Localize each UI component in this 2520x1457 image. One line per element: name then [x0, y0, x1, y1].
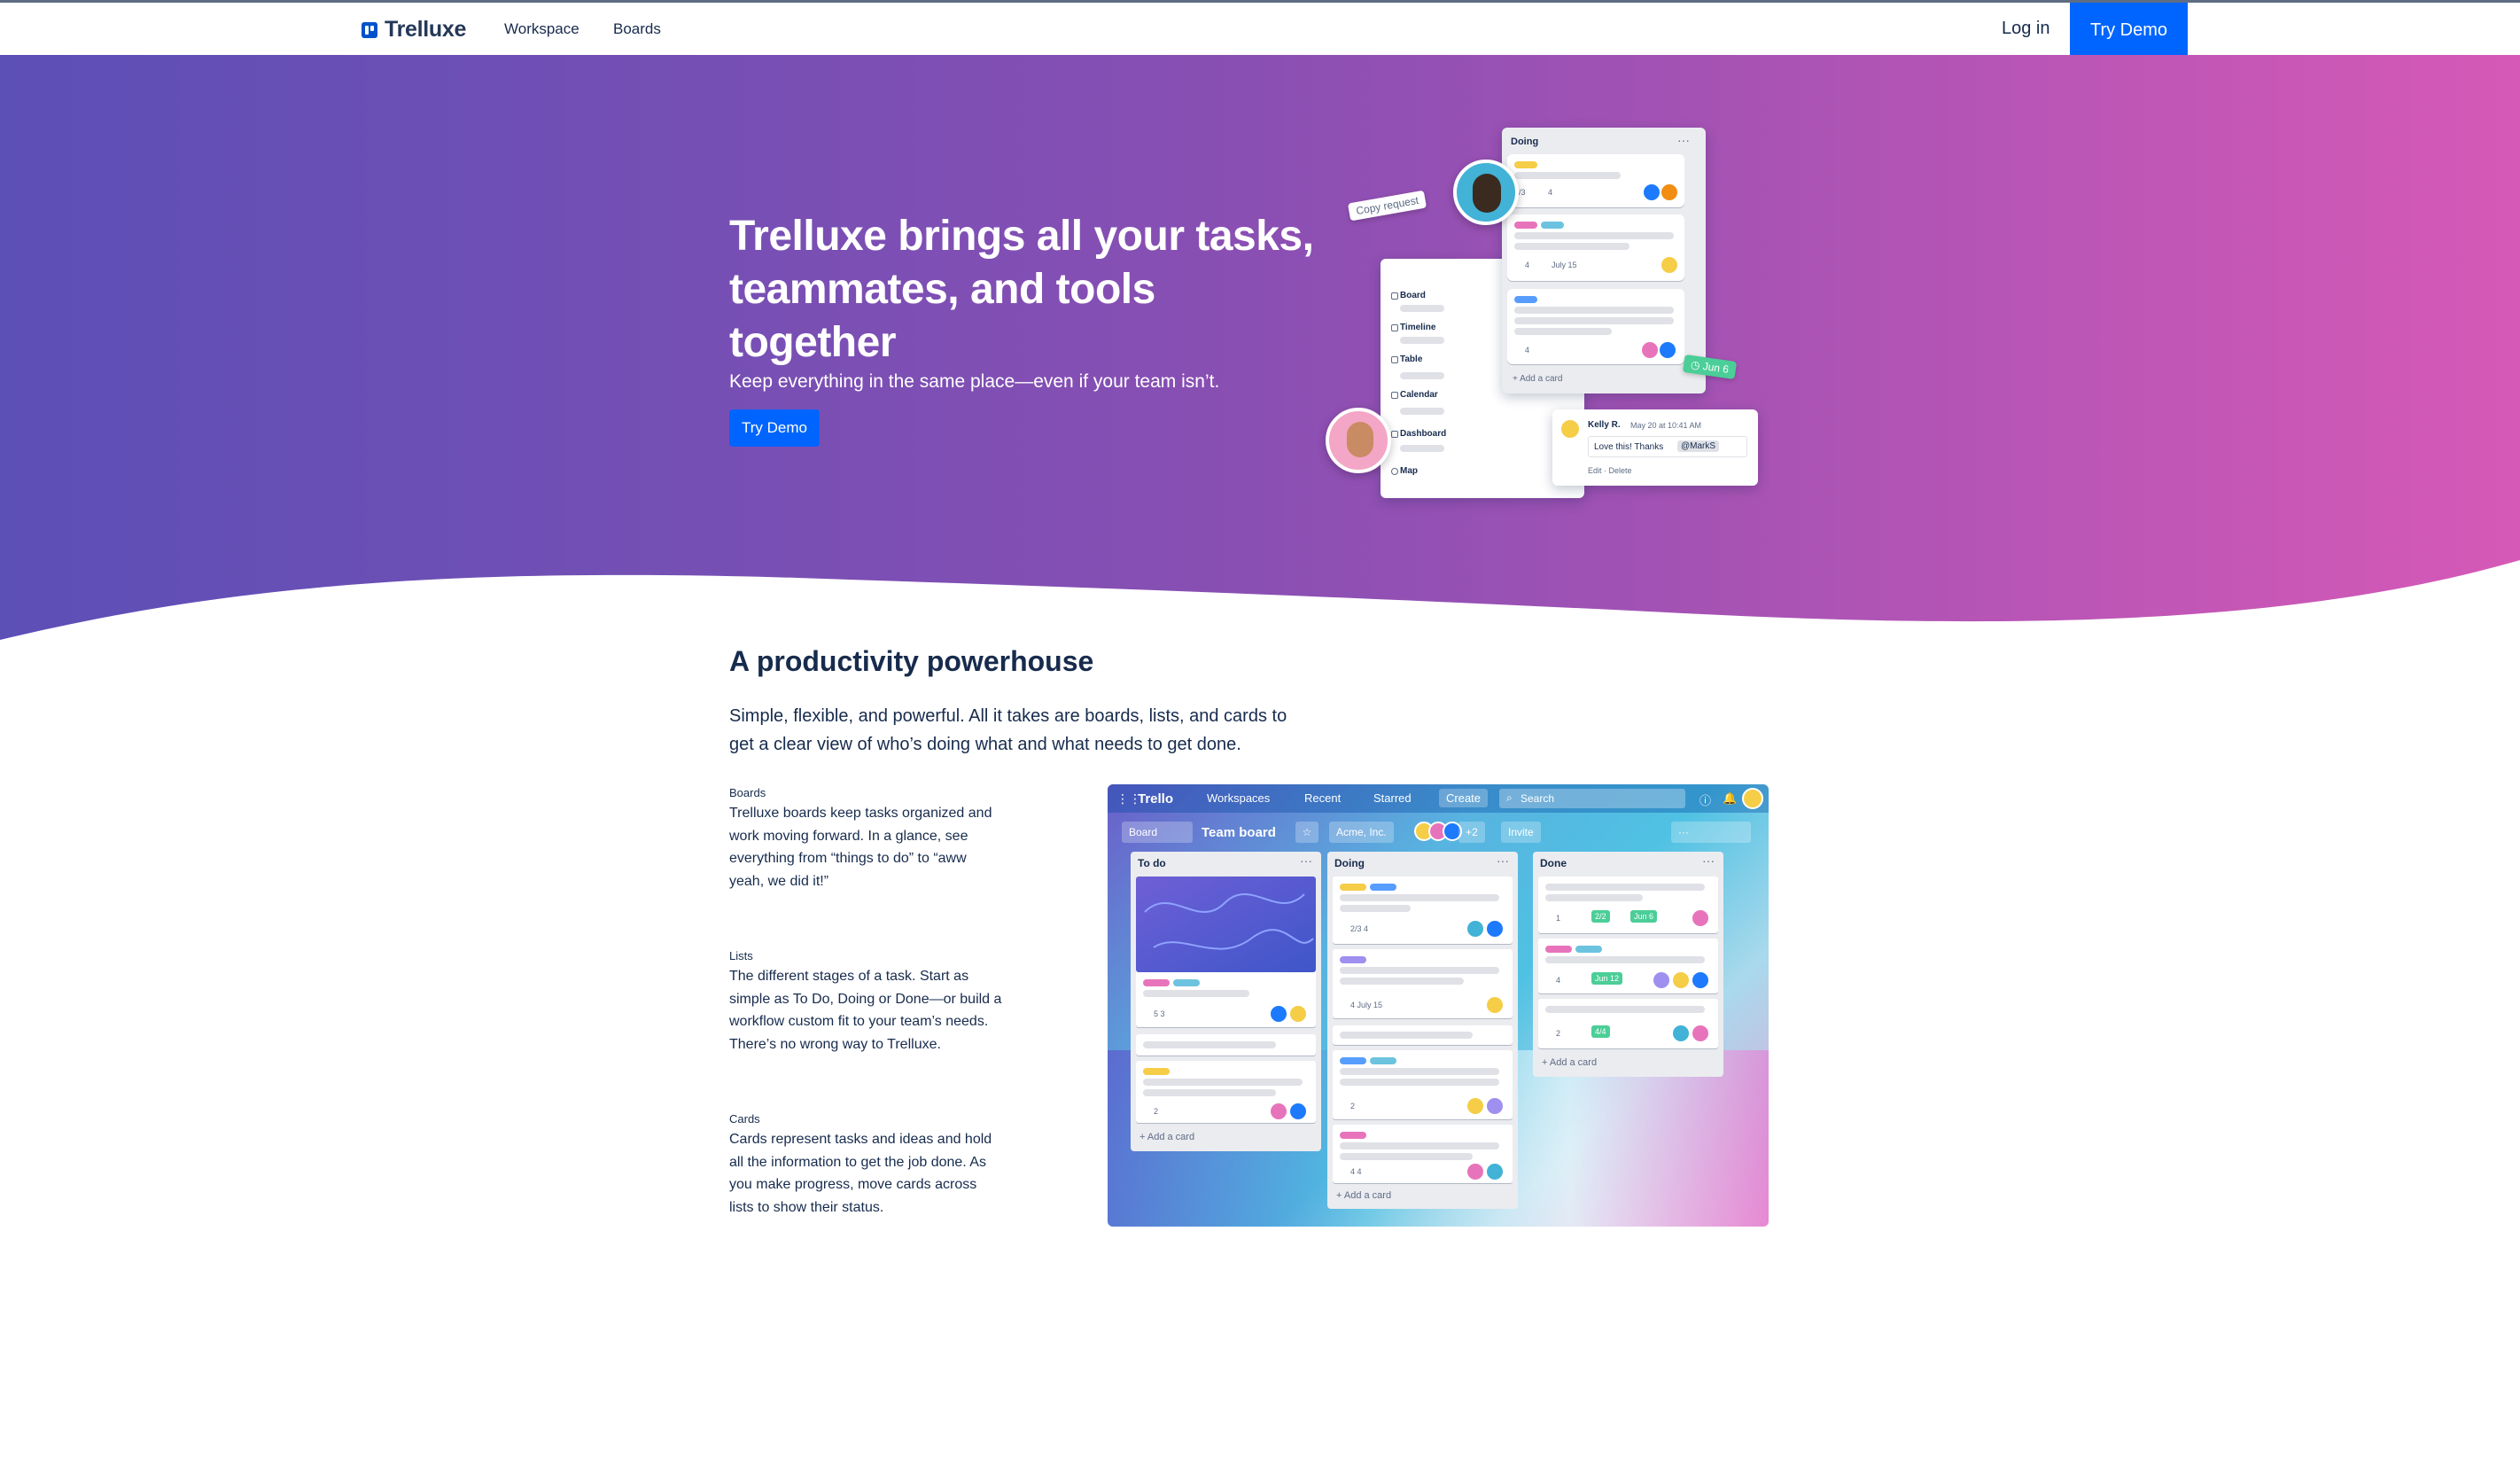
- board-list: Done ··· 1 2/2 Jun 6 4 Jun 12 2 4/4 + Ad…: [1533, 852, 1723, 1077]
- sidebar-item-map: Map: [1400, 466, 1418, 476]
- avatar: [1742, 788, 1763, 809]
- board-create-button: Create: [1439, 789, 1489, 807]
- dashboard-icon: [1391, 431, 1398, 438]
- hero: Trelluxe brings all your tasks, teammate…: [0, 55, 2520, 658]
- board-card: 2/3 4: [1333, 877, 1513, 944]
- feature-text-cards: Cards represent tasks and ideas and hold…: [729, 1132, 992, 1215]
- add-card-button: + Add a card: [1513, 374, 1563, 384]
- feature-text-lists: The different stages of a task. Start as…: [729, 969, 1002, 1052]
- logo[interactable]: Trelluxe: [362, 17, 466, 43]
- hero-try-demo-button[interactable]: Try Demo: [729, 409, 820, 447]
- search-icon: ⌕: [1506, 791, 1513, 804]
- timeline-icon: [1391, 324, 1398, 331]
- avatar: [1453, 160, 1519, 225]
- hero-subtitle: Keep everything in the same place—even i…: [729, 371, 1220, 392]
- board-menu-workspaces: Workspaces: [1207, 791, 1271, 805]
- list-menu-icon: ···: [1497, 853, 1509, 868]
- top-nav: Trelluxe Workspace Boards Log in Try Dem…: [0, 0, 2520, 58]
- board-view-switcher: Board: [1122, 822, 1193, 843]
- board-screenshot: ⋮⋮ Trello Workspaces Recent Starred Crea…: [1108, 784, 1769, 1227]
- board-card: 2: [1333, 1050, 1513, 1119]
- section-title: A productivity powerhouse: [729, 645, 1094, 677]
- board-card: 4 July 15: [1333, 949, 1513, 1018]
- nav-try-demo-button[interactable]: Try Demo: [2070, 3, 2188, 58]
- hero-illustration: Board Timeline Table Calendar Dashboard …: [1320, 126, 1781, 551]
- board-search: ⌕ Search: [1499, 789, 1685, 808]
- board-list: Doing ··· 2/3 4 4 July 15 2 4 4 + Add a …: [1327, 852, 1518, 1209]
- feature-text-boards: Trelluxe boards keep tasks organized and…: [729, 806, 992, 889]
- illustration-card: 2/3 4: [1507, 154, 1684, 207]
- board-card: 5 3: [1136, 877, 1316, 1027]
- list-menu-icon: ···: [1702, 853, 1715, 868]
- board-card: 1 2/2 Jun 6: [1538, 877, 1718, 933]
- feature-title-cards: Cards: [729, 1112, 760, 1126]
- sidebar-item-table: Table: [1400, 355, 1423, 364]
- board-card: 2 4/4: [1538, 999, 1718, 1048]
- hero-title: Trelluxe brings all your tasks, teammate…: [729, 213, 1314, 366]
- feature-title-lists: Lists: [729, 949, 753, 962]
- members-more: +2: [1458, 822, 1485, 843]
- sidebar-item-board: Board: [1400, 291, 1426, 300]
- nav-link-workspace[interactable]: Workspace: [504, 20, 579, 38]
- card-cover-image: [1136, 877, 1316, 972]
- doing-list-title: Doing: [1511, 136, 1539, 147]
- avatar: [1326, 408, 1391, 473]
- section-description: Simple, flexible, and powerful. All it t…: [729, 706, 1287, 754]
- board-card: 4 4: [1333, 1125, 1513, 1183]
- add-card-button: + Add a card: [1542, 1057, 1598, 1068]
- sidebar-item-calendar: Calendar: [1400, 390, 1438, 400]
- invite-button: Invite: [1501, 822, 1541, 843]
- board-menu-icon: ···: [1671, 822, 1751, 843]
- info-icon: ⓘ: [1699, 794, 1712, 807]
- workspace-chip: Acme, Inc.: [1329, 822, 1394, 843]
- add-card-button: + Add a card: [1336, 1190, 1392, 1201]
- illustration-doing-list: Doing ··· 2/3 4 4 July 15 4 + Add a card: [1502, 128, 1706, 393]
- add-card-button: + Add a card: [1139, 1132, 1195, 1142]
- login-link[interactable]: Log in: [2002, 19, 2050, 39]
- copy-request-tag: Copy request: [1347, 190, 1427, 222]
- board-card: [1136, 1034, 1316, 1056]
- illustration-comment: Kelly R. May 20 at 10:41 AM Love this! T…: [1552, 409, 1758, 486]
- feature-title-boards: Boards: [729, 786, 766, 799]
- nav-link-boards[interactable]: Boards: [613, 20, 661, 38]
- avatar: [1559, 418, 1581, 440]
- board-icon: [1391, 292, 1398, 300]
- board-app-logo: Trello: [1138, 791, 1174, 806]
- sidebar-item-dashboard: Dashboard: [1400, 429, 1447, 439]
- board-card: 2: [1136, 1061, 1316, 1123]
- bell-icon: 🔔: [1723, 791, 1738, 805]
- list-menu-icon: ···: [1300, 853, 1312, 868]
- calendar-icon: [1391, 392, 1398, 399]
- table-icon: [1391, 356, 1398, 363]
- logo-text: Trelluxe: [385, 17, 467, 42]
- board-list: To do ··· 5 3 2 + Add a card: [1131, 852, 1321, 1151]
- map-icon: [1391, 468, 1398, 475]
- board-top-bar: ⋮⋮ Trello Workspaces Recent Starred Crea…: [1108, 784, 1769, 813]
- board-header: Board Team board ☆ Acme, Inc. +2 Invite …: [1122, 822, 1751, 845]
- star-icon: ☆: [1295, 822, 1318, 843]
- sidebar-item-timeline: Timeline: [1400, 323, 1436, 332]
- illustration-card: 4 July 15: [1507, 214, 1684, 281]
- trello-logo-icon: [362, 21, 377, 38]
- list-menu-icon: ···: [1677, 133, 1690, 147]
- board-card: 4 Jun 12: [1538, 939, 1718, 993]
- board-card: [1333, 1025, 1513, 1045]
- board-menu-starred: Starred: [1373, 791, 1412, 805]
- board-name: Team board: [1202, 825, 1276, 840]
- board-menu-recent: Recent: [1304, 791, 1342, 805]
- illustration-card: 4: [1507, 289, 1684, 364]
